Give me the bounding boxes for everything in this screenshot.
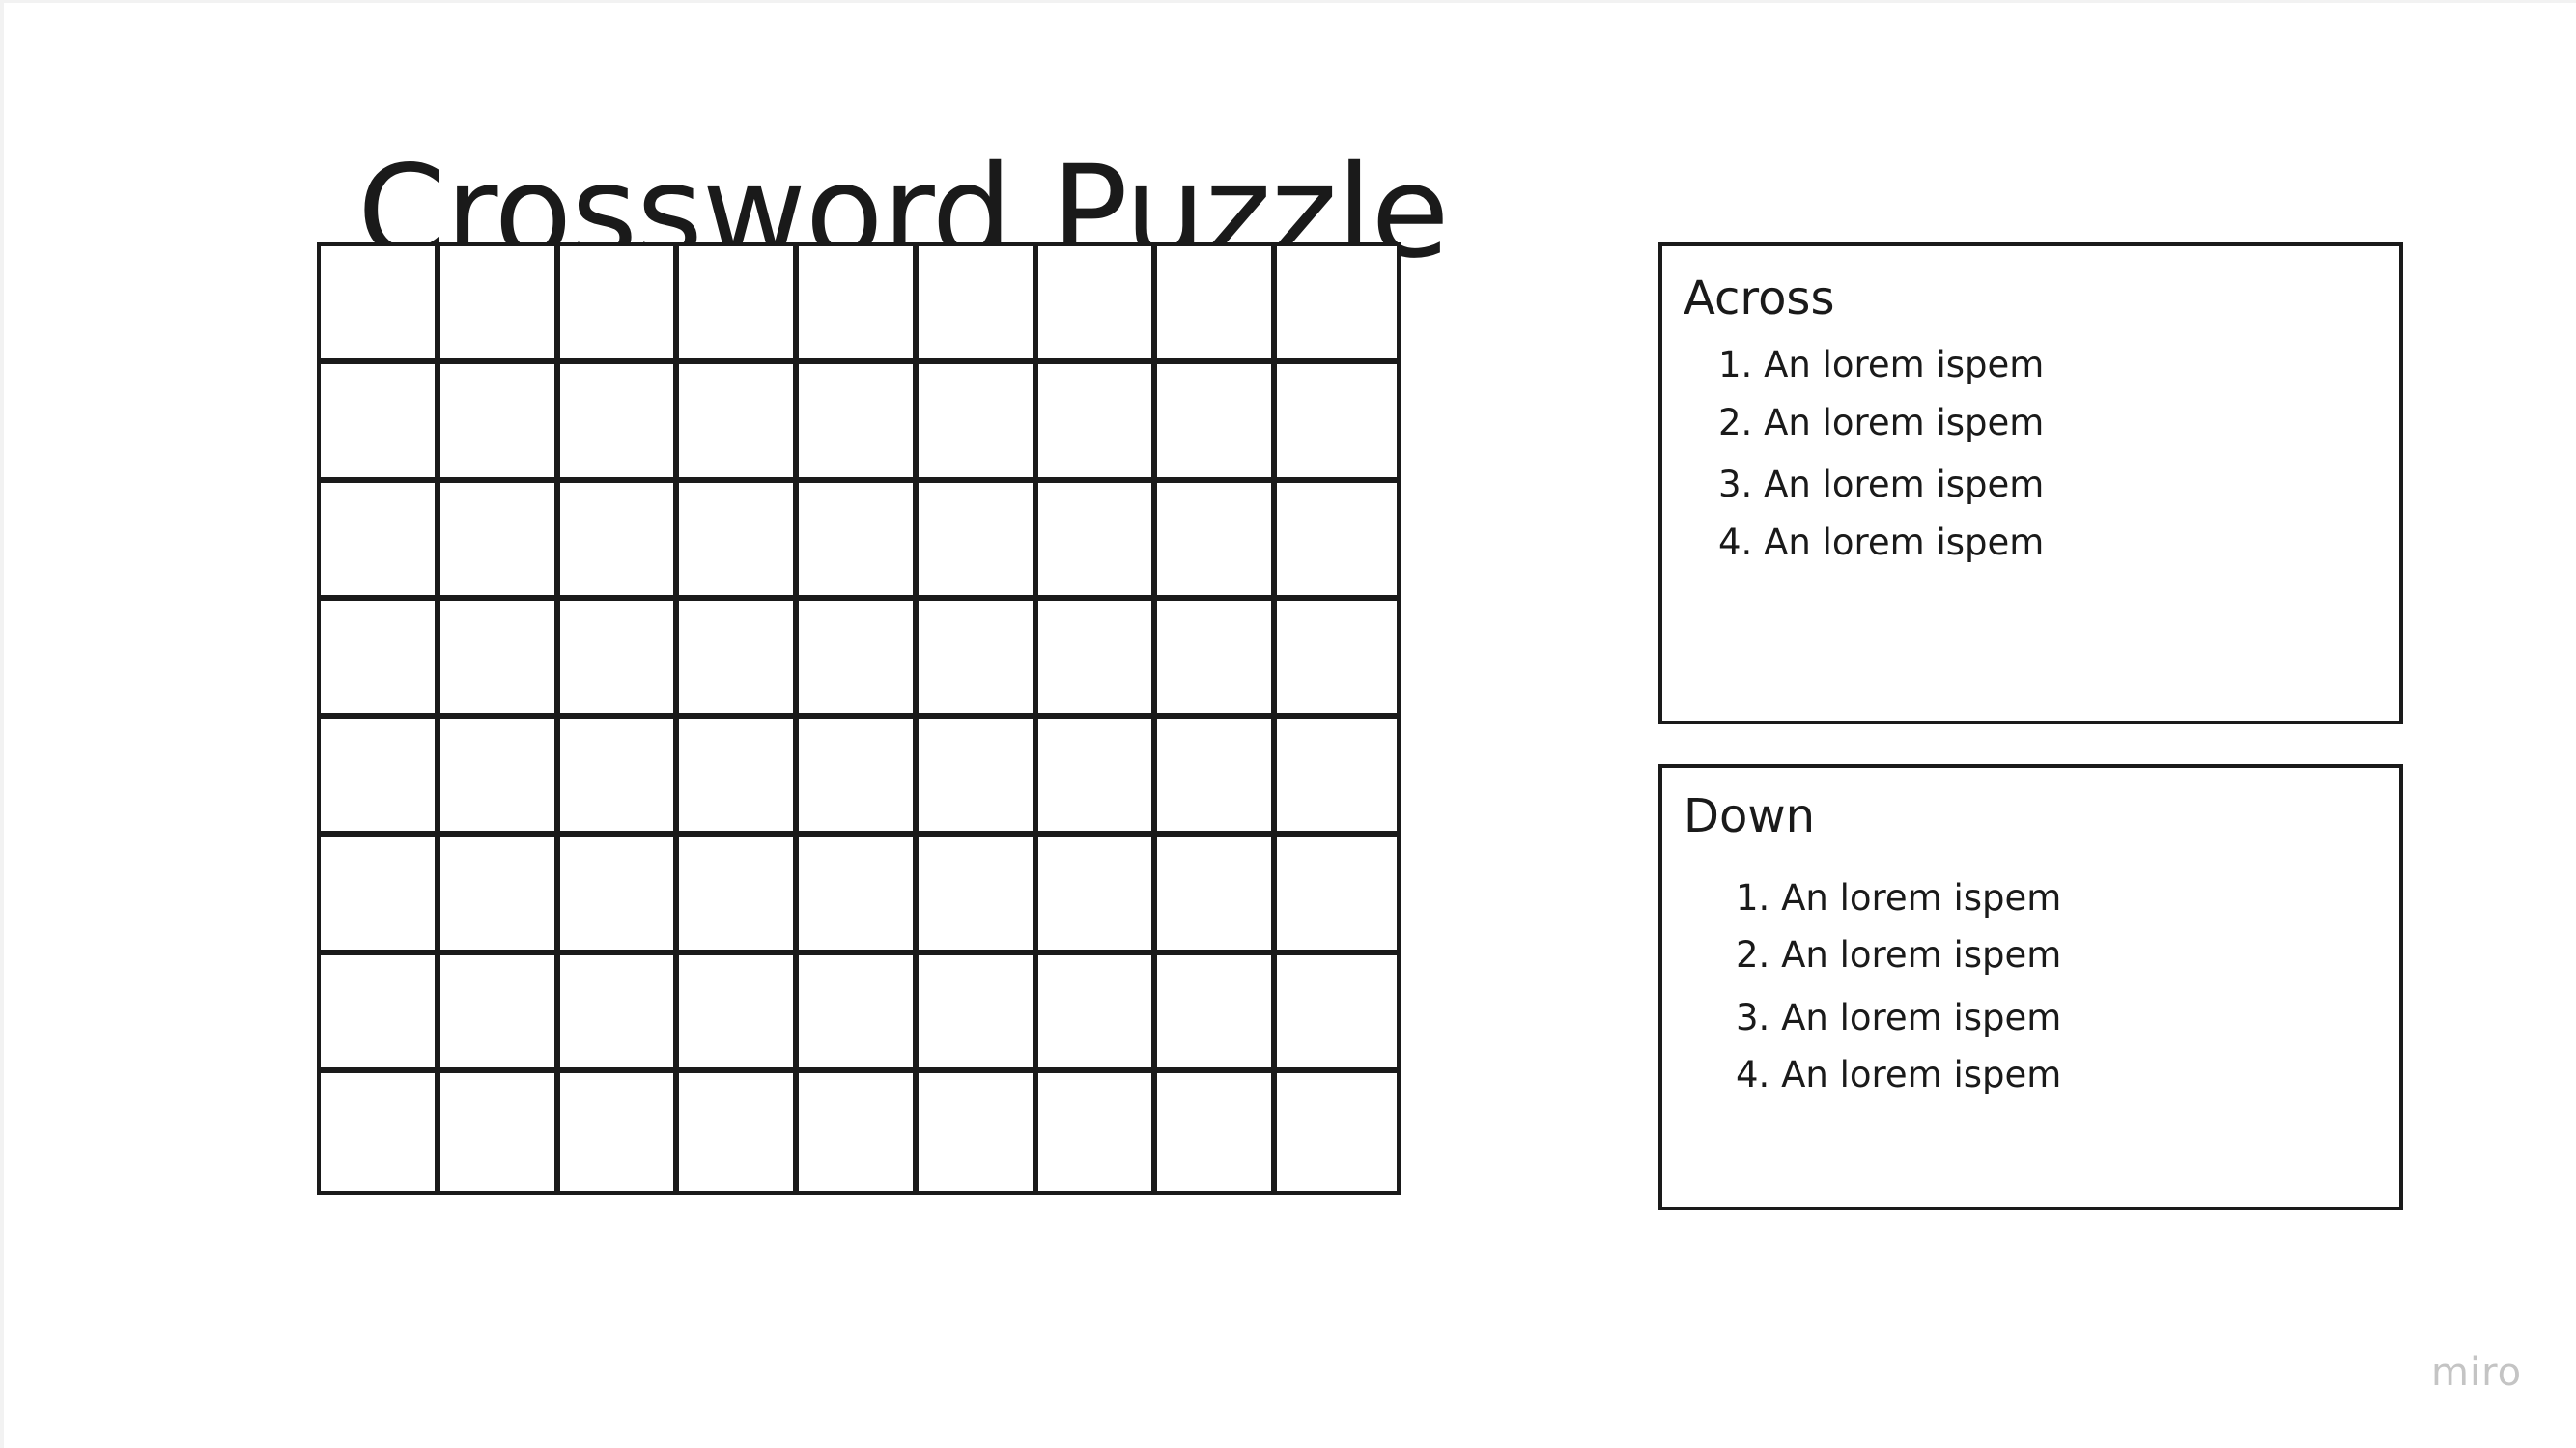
grid-cell[interactable] — [799, 246, 919, 365]
down-clue-4: 4. An lorem ispem — [1736, 1054, 2062, 1095]
grid-cell[interactable] — [559, 719, 680, 838]
grid-cell[interactable] — [799, 482, 919, 601]
grid-cell[interactable] — [439, 719, 560, 838]
across-clue-box: Across 1. An lorem ispem 2. An lorem isp… — [1658, 242, 2403, 724]
grid-cell[interactable] — [1277, 482, 1397, 601]
grid-cell[interactable] — [559, 600, 680, 719]
grid-cell[interactable] — [799, 954, 919, 1073]
grid-cell[interactable] — [918, 837, 1038, 955]
grid-cell[interactable] — [1037, 246, 1158, 365]
grid-cell[interactable] — [321, 719, 440, 838]
grid-cell[interactable] — [679, 600, 800, 719]
across-clue-2: 2. An lorem ispem — [1718, 402, 2045, 443]
grid-cell[interactable] — [321, 1072, 440, 1191]
grid-cell[interactable] — [679, 246, 800, 365]
grid-cell[interactable] — [1037, 719, 1158, 838]
grid-cell[interactable] — [918, 1072, 1038, 1191]
grid-cell[interactable] — [1157, 600, 1278, 719]
grid-cell[interactable] — [1157, 482, 1278, 601]
grid-cell[interactable] — [799, 364, 919, 483]
grid-cell[interactable] — [439, 954, 560, 1073]
grid-cell[interactable] — [918, 246, 1038, 365]
grid-cell[interactable] — [559, 246, 680, 365]
grid-cell[interactable] — [1157, 954, 1278, 1073]
grid-cell[interactable] — [799, 1072, 919, 1191]
grid-cell[interactable] — [559, 954, 680, 1073]
grid-cell[interactable] — [1277, 364, 1397, 483]
grid-cell[interactable] — [439, 600, 560, 719]
grid-cell[interactable] — [439, 364, 560, 483]
grid-cell[interactable] — [679, 1072, 800, 1191]
grid-cell[interactable] — [1037, 482, 1158, 601]
grid-cell[interactable] — [321, 600, 440, 719]
grid-cell[interactable] — [799, 719, 919, 838]
grid-cell[interactable] — [1157, 719, 1278, 838]
grid-cell[interactable] — [918, 719, 1038, 838]
grid-cell[interactable] — [918, 600, 1038, 719]
grid-cell[interactable] — [918, 954, 1038, 1073]
grid-cell[interactable] — [559, 837, 680, 955]
grid-cell[interactable] — [918, 364, 1038, 483]
grid-cell[interactable] — [1277, 600, 1397, 719]
grid-cell[interactable] — [679, 837, 800, 955]
down-heading: Down — [1684, 789, 1816, 843]
grid-cell[interactable] — [799, 600, 919, 719]
grid-cell[interactable] — [1037, 600, 1158, 719]
across-heading: Across — [1684, 271, 1835, 326]
grid-cell[interactable] — [918, 482, 1038, 601]
grid-cell[interactable] — [559, 482, 680, 601]
grid-cell[interactable] — [1277, 954, 1397, 1073]
grid-cell[interactable] — [1157, 364, 1278, 483]
grid-cell[interactable] — [321, 364, 440, 483]
grid-cell[interactable] — [559, 1072, 680, 1191]
grid-cell[interactable] — [439, 482, 560, 601]
grid-cell[interactable] — [1157, 1072, 1278, 1191]
down-clue-1: 1. An lorem ispem — [1736, 877, 2062, 919]
down-clue-2: 2. An lorem ispem — [1736, 934, 2062, 976]
grid-cell[interactable] — [321, 837, 440, 955]
grid-cell[interactable] — [679, 364, 800, 483]
canvas-edge-top — [0, 0, 2576, 3]
across-clue-3: 3. An lorem ispem — [1718, 464, 2045, 505]
grid-cell[interactable] — [679, 954, 800, 1073]
grid-cell[interactable] — [439, 246, 560, 365]
grid-cell[interactable] — [559, 364, 680, 483]
grid-cell[interactable] — [1277, 1072, 1397, 1191]
grid-cell[interactable] — [439, 837, 560, 955]
grid-cell[interactable] — [799, 837, 919, 955]
grid-cell[interactable] — [1277, 719, 1397, 838]
grid-cell[interactable] — [321, 954, 440, 1073]
down-clue-box: Down 1. An lorem ispem 2. An lorem ispem… — [1658, 764, 2403, 1210]
grid-cell[interactable] — [1277, 837, 1397, 955]
grid-cell[interactable] — [439, 1072, 560, 1191]
canvas-edge-left — [0, 0, 4, 1448]
grid-cell[interactable] — [1157, 246, 1278, 365]
grid-cell[interactable] — [679, 719, 800, 838]
grid-cell[interactable] — [1037, 837, 1158, 955]
grid-cell[interactable] — [321, 482, 440, 601]
grid-cell[interactable] — [321, 246, 440, 365]
grid-cell[interactable] — [1037, 1072, 1158, 1191]
grid-cell[interactable] — [1037, 364, 1158, 483]
across-clue-4: 4. An lorem ispem — [1718, 522, 2045, 563]
grid-cell[interactable] — [679, 482, 800, 601]
grid-cell[interactable] — [1277, 246, 1397, 365]
grid-cell[interactable] — [1157, 837, 1278, 955]
across-clue-1: 1. An lorem ispem — [1718, 344, 2045, 385]
down-clue-3: 3. An lorem ispem — [1736, 997, 2062, 1038]
miro-watermark: miro — [2431, 1350, 2523, 1395]
crossword-grid — [317, 242, 1401, 1195]
grid-cell[interactable] — [1037, 954, 1158, 1073]
